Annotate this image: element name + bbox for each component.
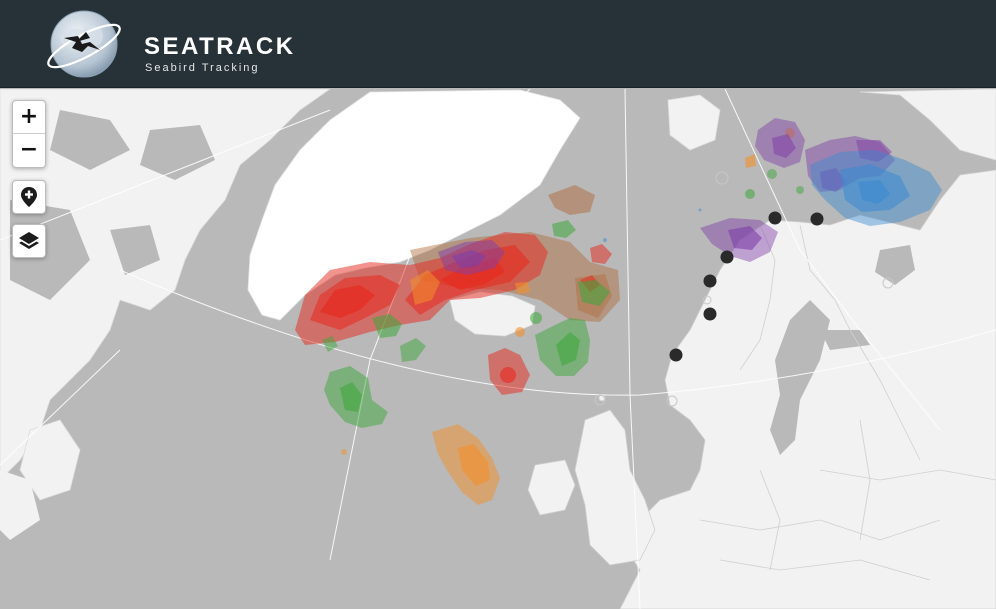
zoom-in-button[interactable]: + <box>13 101 45 134</box>
site-title: SEATRACK <box>144 33 296 60</box>
map-pin-plus-icon <box>21 187 37 207</box>
colony-marker <box>669 348 683 362</box>
layers-icon <box>19 232 39 249</box>
map-canvas[interactable] <box>0 89 996 609</box>
colony-marker <box>720 250 734 264</box>
zoom-out-button[interactable]: − <box>13 134 45 166</box>
zoom-control: + − <box>12 100 46 168</box>
colony-marker <box>810 212 824 226</box>
layers-button[interactable] <box>12 224 46 258</box>
colony-marker <box>703 274 717 288</box>
site-header: SEATRACK Seabird Tracking <box>0 0 996 88</box>
site-subtitle: Seabird Tracking <box>145 62 260 74</box>
locate-button[interactable] <box>12 180 46 214</box>
colony-marker <box>703 307 717 321</box>
colony-marker <box>768 211 782 225</box>
seatrack-logo[interactable] <box>42 8 122 80</box>
